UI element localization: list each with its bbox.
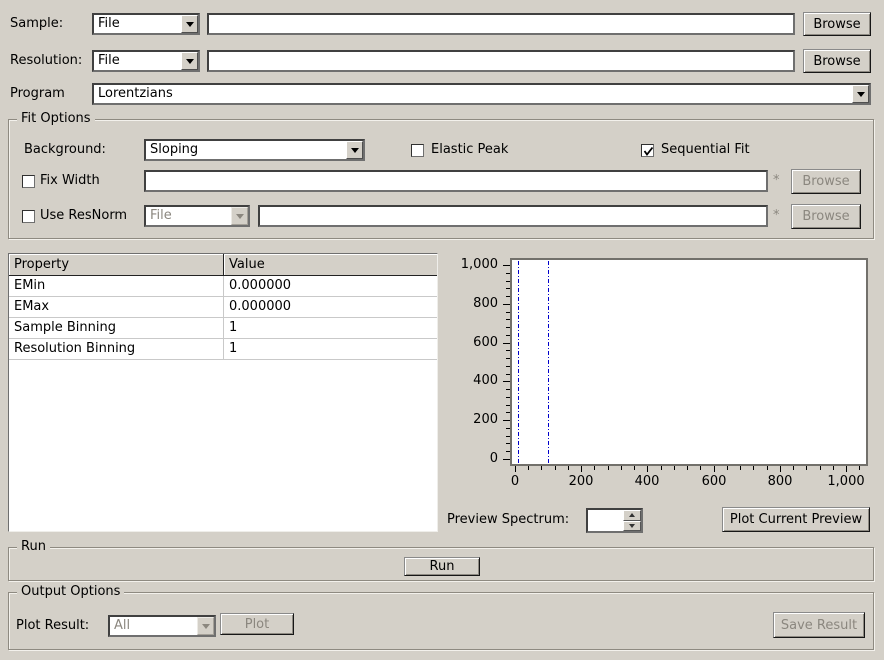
resolution-source-dropdown-button[interactable] (181, 52, 198, 70)
resnorm-required-marker: * (773, 208, 780, 224)
chevron-down-icon (857, 92, 865, 97)
resolution-source-combo[interactable]: File (92, 50, 200, 72)
table-cell-value[interactable]: 0.000000 (224, 297, 437, 318)
use-resnorm-checkbox[interactable] (22, 210, 35, 223)
sample-label: Sample: (10, 16, 63, 32)
fix-width-label: Fix Width (40, 173, 100, 189)
sample-source-dropdown-button[interactable] (181, 15, 198, 33)
properties-table[interactable]: Property Value EMin 0.000000 EMax 0.0000… (8, 253, 438, 532)
x-tick-label: 600 (681, 474, 747, 490)
plot-result-combo: All (108, 615, 216, 637)
x-tick-label: 800 (747, 474, 813, 490)
chevron-down-icon (202, 624, 210, 629)
spin-up-icon (629, 513, 635, 517)
output-options-title: Output Options (17, 584, 124, 600)
resolution-file-input[interactable] (207, 50, 795, 72)
table-cell-property[interactable]: EMax (9, 297, 224, 318)
resnorm-source-combo: File (144, 205, 250, 227)
sequential-fit-label: Sequential Fit (661, 142, 750, 158)
program-value: Lorentzians (98, 87, 173, 101)
plot-canvas (510, 258, 868, 466)
program-combo[interactable]: Lorentzians (92, 83, 871, 105)
program-label: Program (10, 86, 65, 102)
run-group-title: Run (17, 539, 50, 555)
x-tick-label: 1,000 (813, 474, 879, 490)
resolution-browse-button[interactable]: Browse (803, 49, 871, 73)
x-tick-label: 0 (482, 474, 548, 490)
check-icon (641, 144, 656, 159)
table-cell-property[interactable]: Resolution Binning (9, 339, 224, 360)
background-value: Sloping (150, 143, 198, 157)
resnorm-source-value: File (150, 209, 172, 223)
chevron-down-icon (186, 59, 194, 64)
use-resnorm-label: Use ResNorm (40, 208, 127, 224)
table-cell-value[interactable]: 0.000000 (224, 276, 437, 297)
spin-up-button[interactable] (623, 510, 641, 521)
y-tick-label: 600 (442, 335, 498, 351)
y-tick-label: 400 (442, 373, 498, 389)
table-cell-value[interactable]: 1 (224, 339, 437, 360)
table-cell-property[interactable]: EMin (9, 276, 224, 297)
fix-width-file-input[interactable] (144, 170, 768, 192)
plot-button: Plot (220, 613, 294, 635)
resnorm-file-input[interactable] (258, 205, 768, 227)
y-tick-label: 800 (442, 296, 498, 312)
save-result-button: Save Result (773, 612, 865, 638)
chevron-down-icon (351, 148, 359, 153)
x-tick-label: 400 (614, 474, 680, 490)
chevron-down-icon (186, 22, 194, 27)
table-cell-property[interactable]: Sample Binning (9, 318, 224, 339)
elastic-peak-checkbox[interactable] (411, 144, 424, 157)
background-label: Background: (24, 142, 106, 158)
y-tick-label: 200 (442, 412, 498, 428)
y-tick-label: 0 (442, 451, 498, 467)
sample-source-combo[interactable]: File (92, 13, 200, 35)
preview-spectrum-spinner[interactable] (586, 508, 643, 533)
plot-result-label: Plot Result: (16, 618, 89, 634)
elastic-peak-label: Elastic Peak (431, 142, 508, 158)
sequential-fit-checkbox[interactable] (641, 144, 654, 157)
spin-down-button[interactable] (623, 521, 641, 532)
table-header-value: Value (224, 254, 437, 276)
background-dropdown-button[interactable] (346, 141, 363, 159)
fix-width-required-marker: * (773, 173, 780, 189)
spin-down-icon (629, 524, 635, 528)
chevron-down-icon (236, 214, 244, 219)
resnorm-source-dropdown-button (231, 207, 248, 225)
fix-width-checkbox[interactable] (22, 175, 35, 188)
resolution-label: Resolution: (10, 53, 82, 69)
preview-plot: 1,000 800 600 400 200 0 0 200 400 600 80… (442, 252, 884, 535)
y-tick-label: 1,000 (442, 257, 498, 273)
table-header-property: Property (9, 254, 224, 276)
fix-width-browse-button: Browse (791, 169, 861, 194)
preview-spectrum-input[interactable] (588, 510, 623, 531)
program-dropdown-button[interactable] (852, 85, 869, 103)
run-button[interactable]: Run (404, 557, 480, 576)
x-tick-label: 200 (548, 474, 614, 490)
quasi-fit-window: Sample: File Browse Resolution: File Bro… (0, 0, 884, 660)
sample-browse-button[interactable]: Browse (803, 12, 871, 36)
plot-result-value: All (114, 619, 130, 633)
sample-file-input[interactable] (207, 13, 795, 35)
plot-result-dropdown-button (197, 617, 214, 635)
resolution-source-value: File (98, 54, 120, 68)
background-combo[interactable]: Sloping (144, 139, 365, 161)
resnorm-browse-button: Browse (791, 204, 861, 229)
fit-options-title: Fit Options (17, 111, 95, 127)
table-cell-value[interactable]: 1 (224, 318, 437, 339)
preview-spectrum-label: Preview Spectrum: (447, 512, 569, 528)
sample-source-value: File (98, 17, 120, 31)
plot-current-preview-button[interactable]: Plot Current Preview (722, 507, 870, 532)
